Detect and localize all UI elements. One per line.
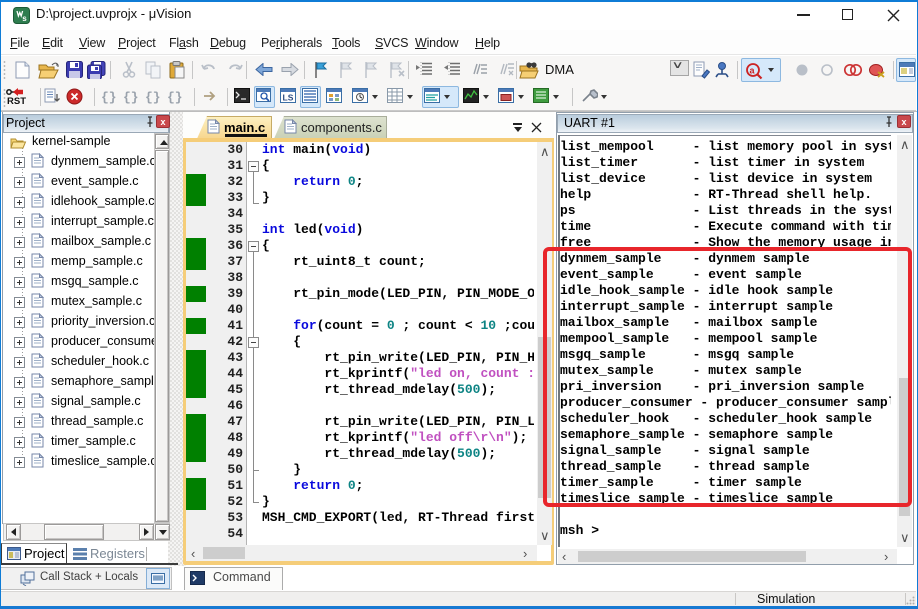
svg-text:{}: {}	[167, 90, 183, 105]
svg-text:{}: {}	[123, 90, 139, 105]
svg-text:LS: LS	[283, 93, 294, 103]
svg-text:s: s	[22, 14, 27, 23]
svg-text:a: a	[750, 66, 756, 76]
svg-text:{}: {}	[145, 90, 161, 105]
svg-text:{}: {}	[101, 90, 117, 105]
svg-text:RST: RST	[7, 96, 26, 105]
